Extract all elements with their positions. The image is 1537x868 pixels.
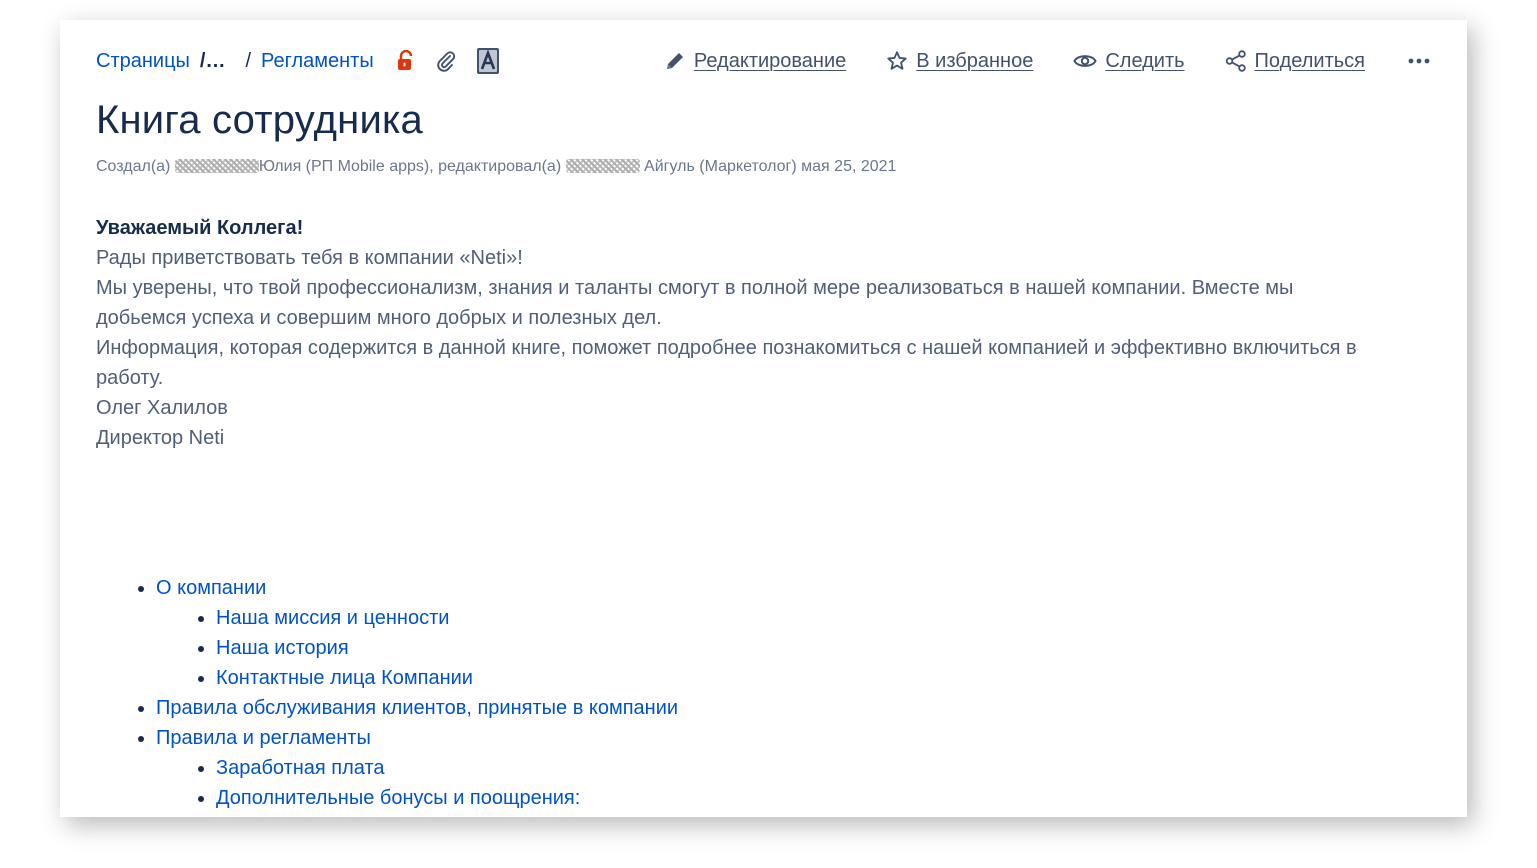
page-actions: Редактирование В избранное Следить Подел… [664,50,1431,73]
toc-item: Правила обслуживания клиентов, принятые … [156,693,678,723]
share-button[interactable]: Поделиться [1225,50,1365,73]
greeting: Уважаемый Коллега! [96,217,304,239]
toc-link-service-rules[interactable]: Правила обслуживания клиентов, принятые … [156,697,678,719]
eye-icon [1073,55,1097,67]
redacted-name-editor [565,159,640,173]
toc-link-regulations[interactable]: Правила и регламенты [156,727,371,749]
breadcrumb-separator: / [245,49,252,72]
toc-item: Заработная плата [216,753,678,783]
more-actions-button[interactable] [1407,57,1431,65]
page-byline: Создал(а) Юлия (РП Mobile apps), редакти… [96,158,896,176]
toc-link-history[interactable]: Наша история [216,637,349,659]
share-icon [1225,50,1246,72]
breadcrumb-pages-link[interactable]: Страницы [96,50,190,73]
byline-created-prefix: Создал(а) [96,158,171,175]
toc-item: Наша история [216,633,678,663]
breadcrumb-reglaments-link[interactable]: Регламенты [261,50,374,73]
toc-link-about[interactable]: О компании [156,577,266,599]
signature-name: Олег Халилов [96,397,228,419]
edit-button-label: Редактирование [693,49,847,72]
favorite-button-label: В избранное [916,49,1034,72]
toc-link-bonuses[interactable]: Дополнительные бонусы и поощрения: [216,787,580,809]
edit-button[interactable]: Редактирование [664,50,846,73]
toc-item: Контактные лица Компании [216,663,678,693]
toc-item: Наша миссия и ценности [216,603,678,633]
page-body: Уважаемый Коллега! Рады приветствовать т… [96,213,1377,453]
byline-editor[interactable]: Айгуль (Маркетолог) мая 25, 2021 [644,158,896,175]
page-status-icons [396,47,520,75]
breadcrumb-ellipsis[interactable]: /… [200,50,226,73]
share-button-label: Поделиться [1254,49,1365,72]
pencil-icon [666,53,683,69]
paperclip-icon[interactable] [436,50,456,72]
lock-open-icon[interactable] [396,50,416,72]
favorite-button[interactable]: В избранное [886,50,1033,73]
body-line: Мы уверены, что твой профессионализм, зн… [96,277,1294,329]
toc-item: Дополнительные бонусы и поощрения: [216,783,678,813]
breadcrumb: Страницы /… / Регламенты [96,50,374,73]
signature-title: Директор Neti [96,427,225,449]
redacted-name-creator [174,159,259,173]
star-icon [887,51,907,70]
toc-sublist: Заработная плата Дополнительные бонусы и… [156,753,678,813]
page-title: Книга сотрудника [96,98,424,142]
watch-button-label: Следить [1105,49,1185,72]
page-header-bar: Страницы /… / Регламенты Редактирование … [96,46,1431,76]
page-card: Страницы /… / Регламенты Редактирование … [60,20,1467,817]
translate-a-icon[interactable] [476,47,500,75]
toc-link-contacts[interactable]: Контактные лица Компании [216,667,473,689]
watch-button[interactable]: Следить [1073,49,1185,73]
body-line: Рады приветствовать тебя в компании «Net… [96,247,523,269]
toc-list: О компании Наша миссия и ценности Наша и… [96,573,678,813]
toc-sublist: Наша миссия и ценности Наша история Конт… [156,603,678,693]
toc-item: О компании Наша миссия и ценности Наша и… [156,573,678,693]
toc-link-salary[interactable]: Заработная плата [216,757,385,779]
table-of-contents: О компании Наша миссия и ценности Наша и… [96,573,678,813]
byline-creator[interactable]: Юлия (РП Mobile apps), редактировал(а) [259,158,561,175]
body-line: Информация, которая содержится в данной … [96,337,1357,389]
more-dots-icon [1408,58,1430,64]
toc-link-mission[interactable]: Наша миссия и ценности [216,607,449,629]
toc-item: Правила и регламенты Заработная плата До… [156,723,678,813]
